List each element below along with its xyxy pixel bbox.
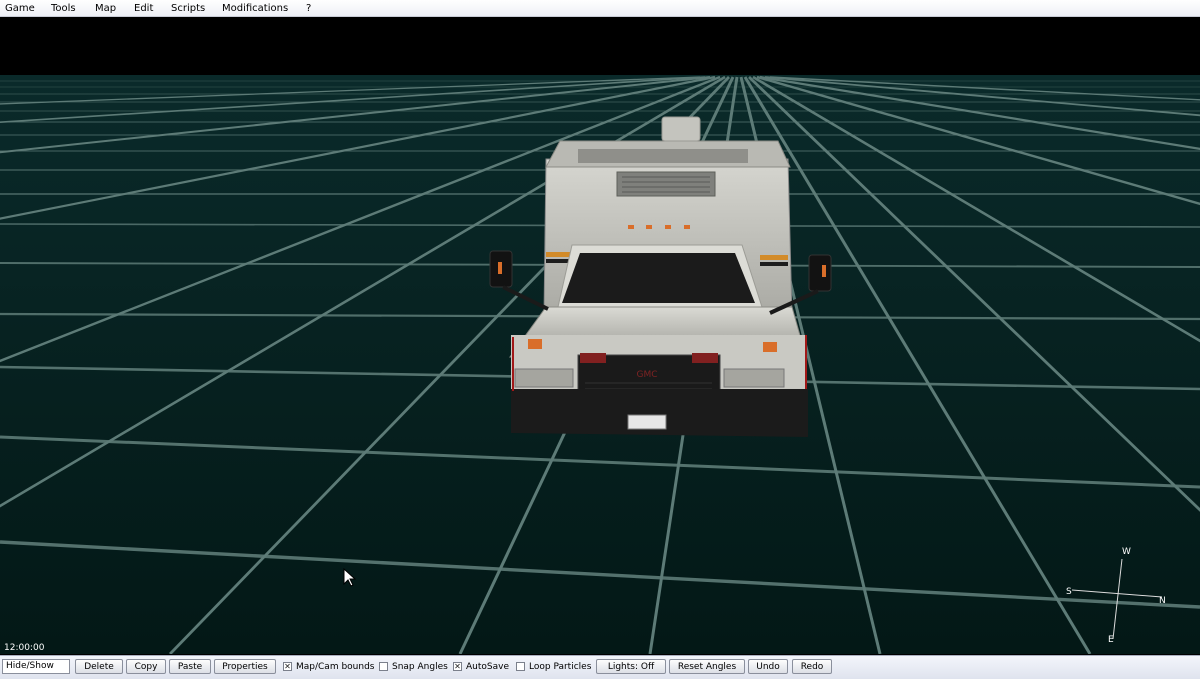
map-cam-bounds-checkbox[interactable]: ✕ Map/Cam bounds [283, 659, 374, 674]
bottom-toolbar: Hide/Show Delete Copy Paste Properties ✕… [0, 655, 1200, 679]
mouse-cursor-icon [343, 568, 357, 587]
properties-button[interactable]: Properties [214, 659, 276, 674]
time-readout: 12:00:00 [4, 643, 45, 653]
loop-particles-checkbox[interactable]: Loop Particles [516, 659, 591, 674]
menu-tools[interactable]: Tools [51, 3, 76, 14]
autosave-checkbox[interactable]: ✕ AutoSave [453, 659, 509, 674]
menu-map[interactable]: Map [95, 3, 116, 14]
snap-angles-checkbox[interactable]: Snap Angles [379, 659, 448, 674]
compass-label-south: S [1066, 587, 1072, 597]
3d-viewport[interactable]: GMC S N W E [0, 17, 1200, 654]
undo-button[interactable]: Undo [748, 659, 788, 674]
autosave-box[interactable]: ✕ [453, 662, 462, 671]
lights-toggle-button[interactable]: Lights: Off [596, 659, 666, 674]
map-cam-bounds-box[interactable]: ✕ [283, 662, 292, 671]
loop-particles-box[interactable] [516, 662, 525, 671]
menu-game[interactable]: Game [5, 3, 35, 14]
delete-button[interactable]: Delete [75, 659, 123, 674]
gmc-badge: GMC [636, 370, 657, 380]
menu-scripts[interactable]: Scripts [171, 3, 205, 14]
compass-label-west: W [1122, 547, 1131, 557]
menu-bar: Game Tools Map Edit Scripts Modification… [0, 0, 1200, 17]
compass-label-east: E [1108, 635, 1114, 645]
menu-help[interactable]: ? [306, 3, 311, 14]
menu-edit[interactable]: Edit [134, 3, 153, 14]
redo-button[interactable]: Redo [792, 659, 832, 674]
menu-modifications[interactable]: Modifications [222, 3, 288, 14]
loop-particles-label: Loop Particles [529, 661, 592, 672]
scene-canvas[interactable]: GMC S N W E [0, 17, 1200, 654]
paste-button[interactable]: Paste [169, 659, 211, 674]
snap-angles-box[interactable] [379, 662, 388, 671]
map-cam-bounds-label: Map/Cam bounds [296, 661, 375, 672]
sky [0, 17, 1200, 75]
hide-show-field[interactable]: Hide/Show [2, 659, 70, 674]
autosave-label: AutoSave [466, 661, 509, 672]
copy-button[interactable]: Copy [126, 659, 166, 674]
compass-label-north: N [1159, 596, 1166, 606]
snap-angles-label: Snap Angles [392, 661, 448, 672]
reset-angles-button[interactable]: Reset Angles [669, 659, 745, 674]
